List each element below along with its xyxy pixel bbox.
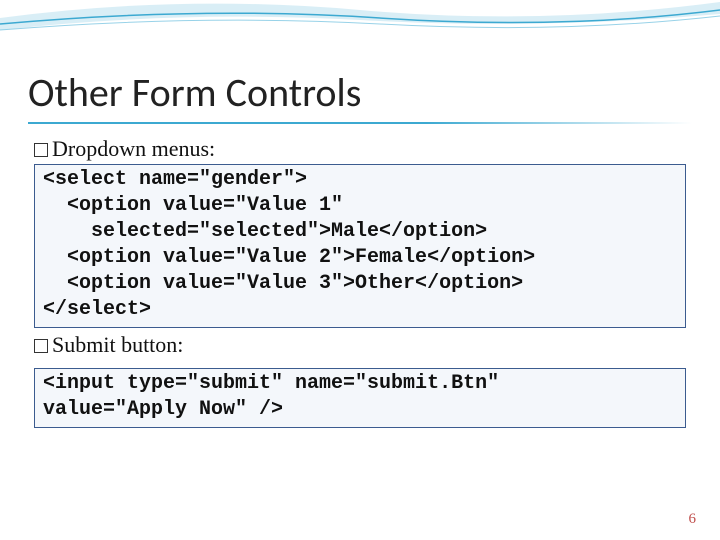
page-number: 6 xyxy=(689,511,697,528)
slide: Other Form Controls Dropdown menus: <sel… xyxy=(0,0,720,540)
bullet-submit: Submit button: xyxy=(34,332,686,358)
codebox-submit: <input type="submit" name="submit.Btn" v… xyxy=(34,368,686,428)
decorative-swoosh xyxy=(0,0,720,56)
bullet-dropdown-text: Dropdown menus: xyxy=(52,136,215,161)
bullet-submit-text: Submit button: xyxy=(52,332,183,357)
code-select: <select name="gender"> <option value="Va… xyxy=(43,167,677,323)
slide-body: Dropdown menus: <select name="gender"> <… xyxy=(34,136,686,432)
title-underline xyxy=(28,122,692,124)
slide-title: Other Form Controls xyxy=(28,68,361,117)
bullet-box-icon xyxy=(34,143,48,157)
bullet-dropdown: Dropdown menus: xyxy=(34,136,686,162)
codebox-select: <select name="gender"> <option value="Va… xyxy=(34,164,686,328)
bullet-box-icon xyxy=(34,339,48,353)
code-submit: <input type="submit" name="submit.Btn" v… xyxy=(43,371,677,423)
